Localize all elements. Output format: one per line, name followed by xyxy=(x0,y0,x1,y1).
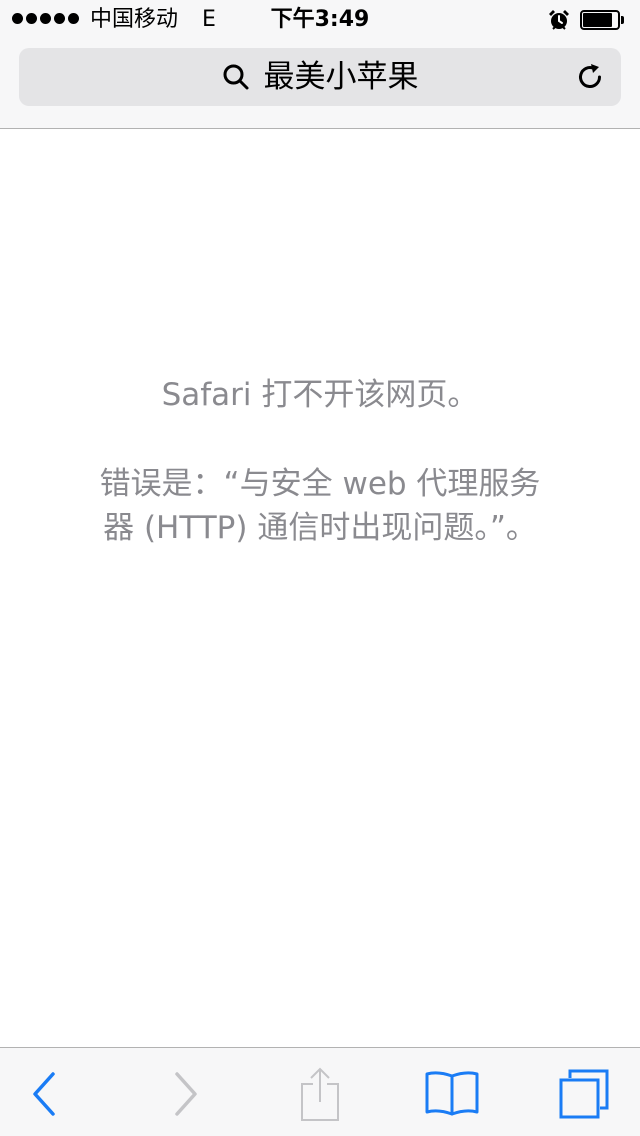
error-message: 错误是：“与安全 web 代理服务器 (HTTP) 通信时出现问题。”。 xyxy=(99,466,541,546)
search-icon xyxy=(223,64,248,90)
page-content: Safari 打不开该网页。 错误是：“与安全 web 代理服务器 (HTTP)… xyxy=(0,129,640,1047)
battery-icon xyxy=(580,10,624,30)
reload-icon[interactable] xyxy=(575,62,605,92)
share-icon xyxy=(301,1067,339,1121)
battery-nub xyxy=(621,16,624,24)
tabs-button[interactable] xyxy=(552,1062,616,1126)
book-icon xyxy=(425,1071,479,1116)
top-bar: 中国移动 E 下午3:49 最美小苹果 xyxy=(0,0,640,129)
status-bar: 中国移动 E 下午3:49 xyxy=(0,0,640,40)
address-content[interactable]: 最美小苹果 xyxy=(19,48,621,106)
chevron-right-icon xyxy=(175,1072,197,1116)
back-button[interactable] xyxy=(12,1062,76,1126)
address-text[interactable]: 最美小苹果 xyxy=(264,57,419,97)
battery-level xyxy=(583,13,612,27)
bookmarks-button[interactable] xyxy=(420,1062,484,1126)
status-time: 下午3:49 xyxy=(270,7,370,32)
forward-button[interactable] xyxy=(154,1062,218,1126)
safari-screen: 中国移动 E 下午3:49 最美小苹果 Safari 打不开该网页。 错误是：“… xyxy=(0,0,640,1136)
error-title: Safari 打不开该网页。 xyxy=(161,377,479,413)
tabs-icon xyxy=(559,1069,609,1119)
bottom-toolbar xyxy=(0,1047,640,1136)
address-bar[interactable]: 最美小苹果 xyxy=(19,48,621,106)
chevron-left-icon xyxy=(33,1072,55,1116)
alarm-clock-icon xyxy=(549,10,569,30)
share-button[interactable] xyxy=(288,1062,352,1126)
